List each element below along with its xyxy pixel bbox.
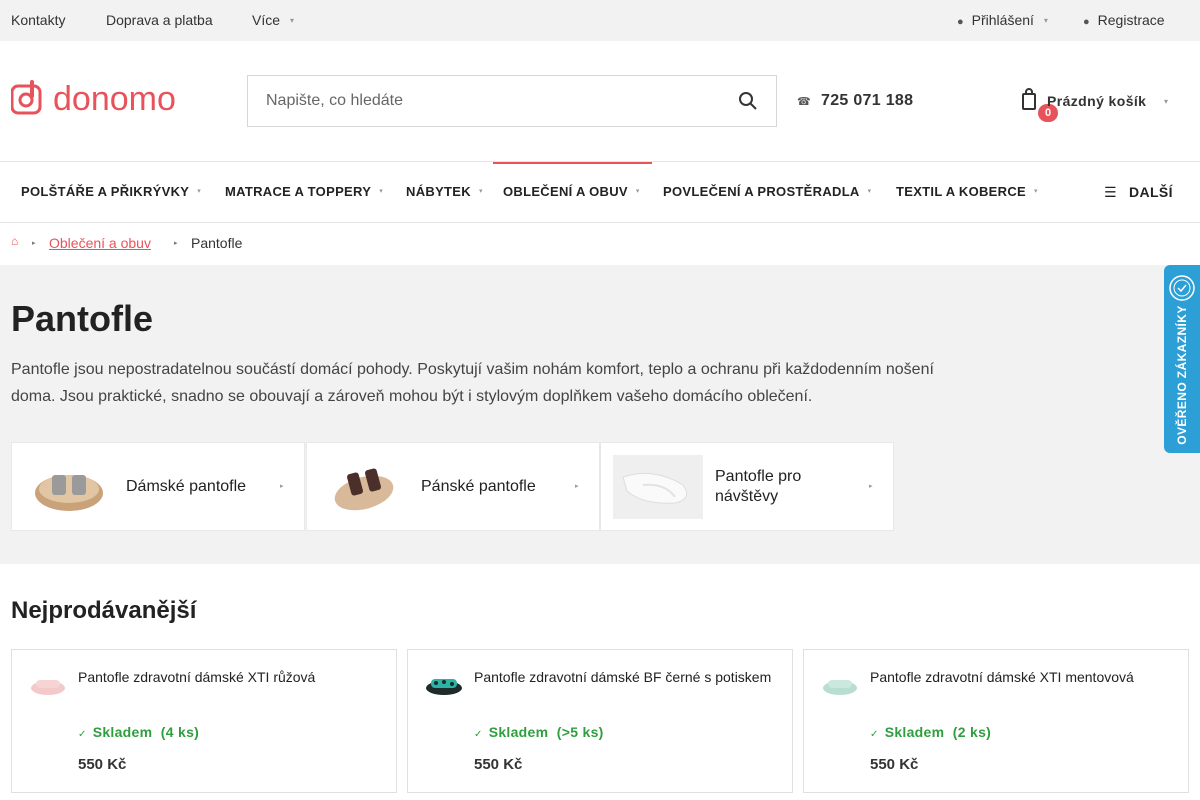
product-stock: ✓ Skladem (>5 ks)	[474, 724, 604, 740]
product-stock: ✓ Skladem (2 ks)	[870, 724, 991, 740]
product-image	[31, 680, 65, 695]
breadcrumb-current: Pantofle	[191, 235, 243, 251]
subcategory-label: Pánské pantofle	[421, 478, 536, 495]
search-icon[interactable]	[738, 91, 758, 111]
nav-item-label: MATRACE A TOPPERY	[225, 184, 372, 199]
cart[interactable]: 0 Prázdný košík ▾	[1022, 86, 1182, 122]
stock-qty: (4 ks)	[160, 724, 200, 740]
subcategory-navstevy[interactable]: Pantofle pro návštěvy ▸	[600, 442, 894, 531]
chevron-right-icon: ▸	[280, 483, 284, 490]
product-image	[823, 680, 857, 695]
verified-label: OVĚŘENO ZÁKAZNÍKY	[1175, 305, 1189, 445]
subcategory-image	[35, 475, 103, 511]
phone-icon: ☎	[797, 96, 812, 108]
product-image	[426, 679, 462, 695]
subcategory-image	[613, 455, 703, 519]
nav-item-label: NÁBYTEK	[406, 184, 471, 199]
chevron-down-icon: ▾	[379, 188, 384, 195]
register-label: Registrace	[1097, 12, 1165, 28]
category-description: Pantofle jsou nepostradatelnou součástí …	[11, 361, 934, 405]
product-card[interactable]: Pantofle zdravotní dámské BF černé s pot…	[407, 649, 793, 793]
product-price: 550 Kč	[870, 756, 919, 773]
breadcrumb-separator-icon: ▸	[174, 240, 178, 247]
chevron-down-icon: ▾	[290, 16, 295, 25]
nav-item-label: TEXTIL A KOBERCE	[896, 184, 1026, 199]
subcategory-label: Pantofle pro návštěvy	[715, 468, 802, 505]
chevron-down-icon: ▾	[478, 188, 483, 195]
login-link[interactable]: ● Přihlášení ▾	[957, 12, 1048, 28]
subcategory-image	[334, 468, 394, 511]
bestsellers-title: Nejprodávanější	[11, 597, 197, 624]
nav-item-nabytek[interactable]: NÁBYTEK ▾	[406, 162, 483, 222]
nav-item-matrace[interactable]: MATRACE A TOPPERY ▾	[225, 162, 383, 222]
logo-text: donomo	[53, 80, 176, 116]
stock-qty: (2 ks)	[952, 724, 992, 740]
nav-item-polstare[interactable]: POLŠTÁŘE A PŘIKRÝVKY ▾	[21, 162, 201, 222]
nav-item-povleceni[interactable]: POVLEČENÍ A PROSTĚRADLA ▾	[663, 162, 871, 222]
subcategory-panske[interactable]: Pánské pantofle ▸	[306, 442, 600, 531]
top-bar: Kontakty Doprava a platba Více ▾ ● Přihláš…	[0, 0, 1200, 41]
top-link-doprava[interactable]: Doprava a platba	[106, 12, 213, 28]
chevron-right-icon: ▸	[869, 483, 873, 490]
check-icon: ✓	[870, 729, 879, 740]
product-title[interactable]: Pantofle zdravotní dámské XTI růžová	[78, 667, 378, 687]
nav-item-label: POLŠTÁŘE A PŘIKRÝVKY	[21, 184, 190, 199]
main-navigation: POLŠTÁŘE A PŘIKRÝVKY ▾ MATRACE A TOPPERY ▾…	[0, 161, 1200, 223]
stock-qty: (>5 ks)	[556, 724, 604, 740]
top-link-more-label: Více	[252, 12, 281, 28]
home-icon[interactable]: ⌂	[11, 234, 18, 248]
user-icon: ●	[957, 16, 964, 28]
chevron-down-icon: ▾	[635, 188, 640, 195]
stock-label: Skladem	[92, 724, 153, 740]
register-link[interactable]: ● Registrace	[1083, 12, 1165, 28]
chevron-down-icon: ▾	[1164, 97, 1169, 106]
nav-item-textil[interactable]: TEXTIL A KOBERCE ▾	[896, 162, 1038, 222]
product-card[interactable]: Pantofle zdravotní dámské XTI růžová ✓ Sk…	[11, 649, 397, 793]
cart-bag-icon	[1022, 88, 1036, 110]
product-card[interactable]: Pantofle zdravotní dámské XTI mentovová …	[803, 649, 1189, 793]
chevron-down-icon: ▾	[197, 188, 202, 195]
stock-label: Skladem	[488, 724, 549, 740]
verified-seal-icon	[1169, 275, 1195, 301]
nav-item-obleceni[interactable]: OBLEČENÍ A OBUV ▾	[493, 162, 652, 222]
chevron-down-icon: ▾	[1043, 16, 1048, 25]
cart-label: Prázdný košík	[1047, 93, 1147, 109]
top-link-kontakty[interactable]: Kontakty	[11, 12, 65, 28]
phone-number: 725 071 188	[821, 92, 914, 109]
check-icon: ✓	[78, 729, 87, 740]
menu-icon: ☰	[1104, 184, 1117, 200]
nav-item-label: POVLEČENÍ A PROSTĚRADLA	[663, 184, 860, 199]
logo[interactable]: donomo	[10, 80, 216, 118]
login-label: Přihlášení	[971, 12, 1034, 28]
stock-label: Skladem	[884, 724, 945, 740]
search-box	[247, 75, 777, 127]
chevron-down-icon: ▾	[867, 188, 872, 195]
subcategory-damske[interactable]: Dámské pantofle ▸	[11, 442, 305, 531]
top-link-more[interactable]: Více ▾	[252, 12, 294, 28]
user-plus-icon: ●	[1083, 16, 1090, 28]
page-title: Pantofle	[11, 298, 154, 339]
check-icon: ✓	[474, 729, 483, 740]
logo-mark-icon: donomo	[10, 80, 176, 118]
product-title[interactable]: Pantofle zdravotní dámské BF černé s pot…	[474, 667, 774, 687]
nav-more-label: DALŠÍ	[1128, 184, 1173, 200]
product-stock: ✓ Skladem (4 ks)	[78, 724, 199, 740]
nav-item-label: OBLEČENÍ A OBUV	[503, 184, 628, 199]
category-header: Pantofle Pantofle jsou nepostradatelnou …	[0, 265, 1200, 564]
search-input[interactable]	[248, 76, 718, 126]
nav-more-button[interactable]: ☰ DALŠÍ	[1104, 162, 1173, 222]
breadcrumb-parent-link[interactable]: Oblečení a obuv	[49, 235, 151, 251]
product-title[interactable]: Pantofle zdravotní dámské XTI mentovová	[870, 667, 1170, 687]
product-price: 550 Kč	[78, 756, 127, 773]
phone-contact[interactable]: ☎ 725 071 188	[797, 92, 913, 110]
breadcrumb-separator-icon: ▸	[32, 240, 36, 247]
chevron-right-icon: ▸	[575, 483, 579, 490]
chevron-down-icon: ▾	[1034, 188, 1038, 195]
breadcrumb: ⌂ ▸ Oblečení a obuv ▸ Pantofle	[0, 223, 1200, 265]
verified-by-customers-badge[interactable]: OVĚŘENO ZÁKAZNÍKY	[1164, 265, 1200, 453]
subcategory-label: Dámské pantofle	[126, 478, 247, 495]
product-price: 550 Kč	[474, 756, 523, 773]
